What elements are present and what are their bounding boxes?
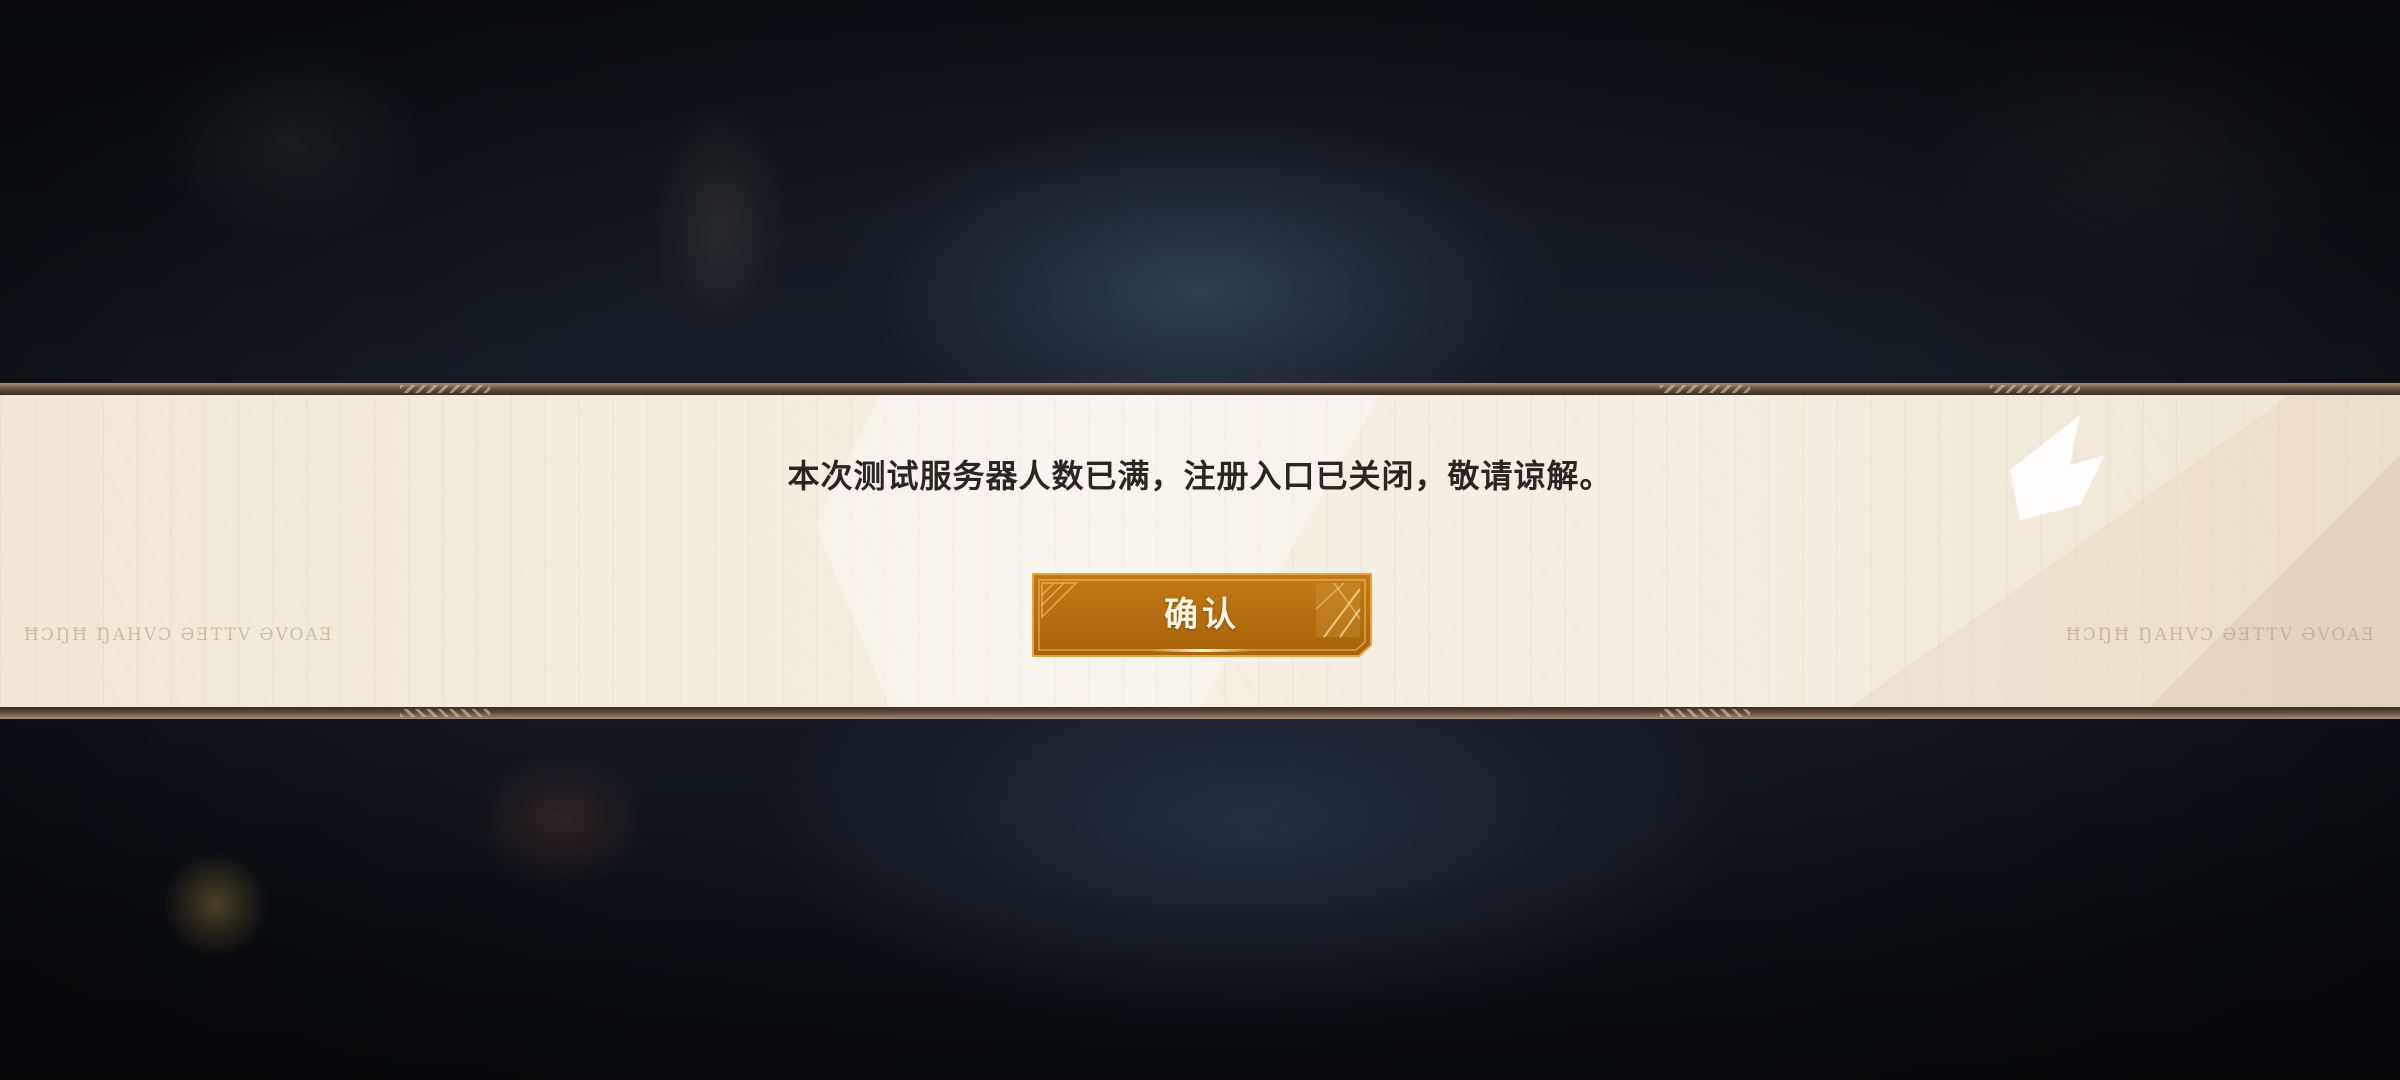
border-ornament (400, 709, 490, 717)
border-ornament (1990, 385, 2080, 393)
banner-top-border (0, 383, 2400, 395)
notice-dialog: ĦƆŊĦ ŊAHVƆ ƏƎTTV ƏVOAƎ ĦƆŊĦ ŊAHVƆ ƏƎTTV … (0, 383, 2400, 719)
watermark-right: ĦƆŊĦ ŊAHVƆ ƏƎTTV ƏVOAƎ (2065, 625, 2376, 645)
dialog-message: 本次测试服务器人数已满，注册入口已关闭，敬请谅解。 (787, 457, 1613, 495)
border-ornament (1660, 709, 1750, 717)
border-ornament (400, 385, 490, 393)
banner-bottom-border (0, 707, 2400, 719)
watermark-left: ĦƆŊĦ ŊAHVƆ ƏƎTTV ƏVOAƎ (24, 625, 335, 645)
border-ornament (1660, 385, 1750, 393)
game-screen: ĦƆŊĦ ŊAHVƆ ƏƎTTV ƏVOAƎ ĦƆŊĦ ŊAHVƆ ƏƎTTV … (0, 0, 2400, 1080)
dialog-panel: ĦƆŊĦ ŊAHVƆ ƏƎTTV ƏVOAƎ ĦƆŊĦ ŊAHVƆ ƏƎTTV … (0, 395, 2400, 707)
confirm-button-label: 确认 (1164, 595, 1240, 635)
decorative-shards (815, 395, 2400, 707)
confirm-button[interactable]: 确认 (1032, 573, 1372, 657)
